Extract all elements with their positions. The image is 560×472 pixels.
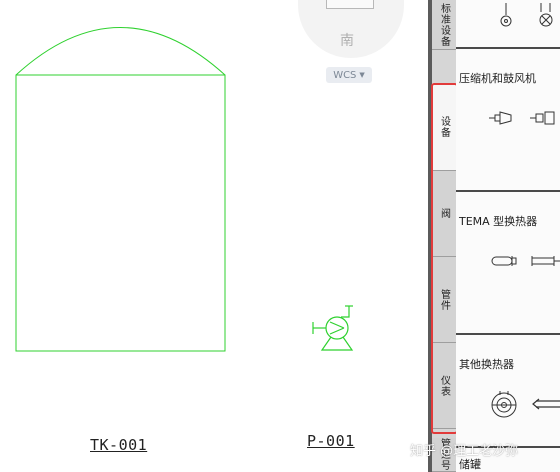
section-other-exchangers: 其他换热器 [459, 358, 514, 371]
tab-standard-equipment[interactable]: 标准设备 [432, 0, 456, 50]
pump-discharge [341, 306, 350, 318]
section-divider [456, 190, 560, 192]
tab-instruments[interactable]: 仪表 [432, 343, 456, 429]
double-pipe-tool-icon[interactable] [532, 396, 560, 412]
section-tema-exchangers: TEMA 型换热器 [459, 215, 538, 228]
blower-tool-icon[interactable] [536, 3, 556, 31]
tab-valves[interactable]: 阀 [432, 171, 456, 257]
tema-exchanger-2-tool-icon[interactable] [530, 254, 560, 268]
wcs-dropdown[interactable]: WCS ▼ [326, 67, 372, 83]
pump-tool-icon[interactable] [497, 3, 515, 31]
tank-tag-label[interactable]: TK-001 [90, 436, 147, 454]
pump-symbol[interactable] [312, 305, 354, 351]
compass-south-label[interactable]: 南 [340, 30, 354, 50]
tank-body [15, 74, 226, 352]
drawing-canvas[interactable]: TK-001 P-001 南 WCS ▼ [0, 0, 428, 472]
chevron-down-icon: ▼ [359, 71, 365, 79]
blower-motor-tool-icon[interactable] [530, 109, 558, 127]
section-divider [456, 333, 560, 335]
section-compressors-blowers: 压缩机和鼓风机 [459, 72, 536, 85]
viewcube-box[interactable] [326, 0, 374, 9]
compressor-tool-icon[interactable] [489, 109, 517, 127]
wcs-label: WCS [333, 69, 357, 81]
pump-tag-label[interactable]: P-001 [307, 432, 355, 450]
pump-casing [325, 316, 349, 340]
section-divider [456, 47, 560, 49]
watermark: 知乎 @理工老沙弥 [410, 444, 519, 459]
tank-dome [15, 27, 226, 76]
tema-exchanger-tool-icon[interactable] [491, 254, 517, 268]
tab-fittings[interactable]: 管件 [432, 257, 456, 343]
pump-impeller-line [329, 327, 345, 335]
tank-symbol[interactable] [15, 27, 226, 352]
other-exchanger-tool-icon[interactable] [488, 389, 520, 421]
pump-impeller-line [329, 321, 345, 329]
tab-equipment[interactable]: 设备 [432, 83, 456, 171]
